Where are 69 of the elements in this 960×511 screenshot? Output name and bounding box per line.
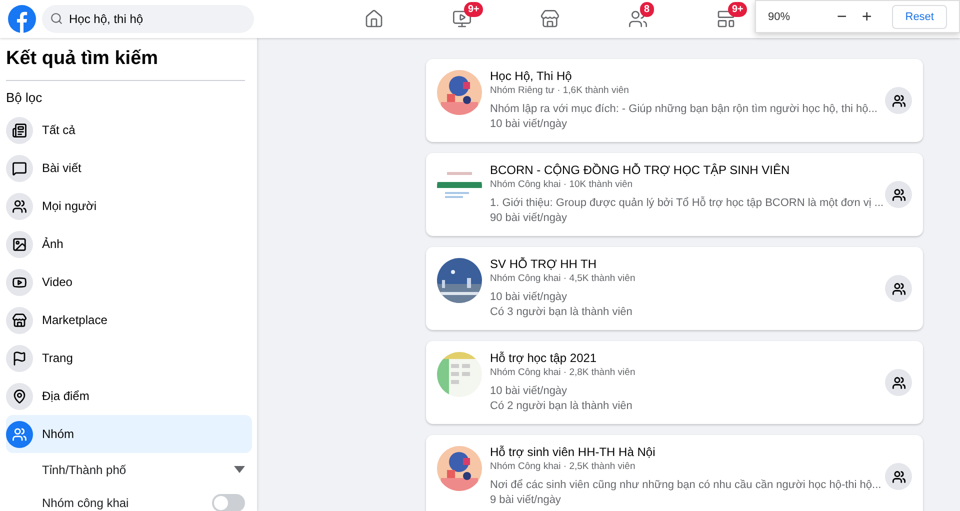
- groups-icon: [12, 426, 27, 442]
- people-icon: [12, 198, 27, 214]
- notification-badge: 9+: [728, 2, 748, 17]
- location-icon: [12, 388, 27, 404]
- sidebar-title: Kết quả tìm kiếm: [6, 48, 245, 81]
- filter-item[interactable]: Video: [6, 263, 252, 301]
- filter-label: Tỉnh/Thành phố: [42, 462, 126, 476]
- group-detail: Nơi để các sinh viên cũng như những bạn có nhu cầu cần người học hộ-thi hộ...: [490, 478, 882, 493]
- zoom-in-button[interactable]: +: [857, 6, 876, 26]
- group-detail: 9 bài viết/ngày: [490, 493, 562, 508]
- group-detail: 1. Giới thiệu: Group được quản lý bởi Tổ Hỗ trợ học tập BCORN là một đơn vị ...: [490, 196, 885, 211]
- group-detail: Nhóm lập ra với mục đích: - Giúp những bạn bận rộn tìm người học hộ, thi hộ...: [490, 102, 878, 117]
- groups-icon: [892, 94, 906, 108]
- photo-icon: [12, 236, 27, 252]
- store-icon: [12, 312, 27, 328]
- filter-item[interactable]: Trang: [6, 339, 252, 377]
- group-detail: 10 bài viết/ngày: [490, 384, 568, 399]
- zoom-out-button[interactable]: −: [832, 6, 852, 26]
- store-icon: [540, 9, 560, 29]
- groups-icon: [892, 282, 906, 296]
- nav-tab[interactable]: 8: [614, 4, 662, 34]
- filter-item[interactable]: Mọi người: [6, 187, 252, 225]
- groups-icon: [892, 376, 906, 390]
- join-button[interactable]: [885, 463, 912, 490]
- notification-badge: 9+: [464, 2, 484, 17]
- join-button[interactable]: [885, 181, 912, 208]
- group-detail: 10 bài viết/ngày: [490, 117, 568, 132]
- caret-icon[interactable]: [234, 466, 245, 473]
- group-name[interactable]: Học Hộ, Thi Hộ: [490, 68, 885, 84]
- zoom-level: 90%: [768, 10, 792, 22]
- facebook-logo[interactable]: [8, 5, 36, 33]
- group-meta: Nhóm Công khai · 2,8K thành viên: [490, 366, 636, 379]
- join-button[interactable]: [885, 87, 912, 114]
- toggle-switch[interactable]: [212, 494, 245, 511]
- nav-tab[interactable]: 9+: [438, 4, 486, 34]
- filter-item[interactable]: Địa điểm: [6, 377, 252, 415]
- notification-badge: 8: [640, 2, 654, 17]
- group-meta: Nhóm Công khai · 10K thành viên: [490, 178, 634, 191]
- filter-label: Bộ lọc: [6, 89, 44, 107]
- group-name[interactable]: Hỗ trợ học tập 2021: [490, 350, 885, 366]
- nav-tab[interactable]: 9+: [702, 4, 750, 34]
- comment-icon: [12, 160, 27, 176]
- filter-item[interactable]: Nhóm: [6, 415, 252, 453]
- newspaper-icon: [12, 122, 27, 138]
- groups-icon: [892, 470, 906, 484]
- search-field[interactable]: Học hộ, thi hộ: [42, 5, 254, 33]
- group-name[interactable]: BCORN - CỘNG ĐỒNG HỖ TRỢ HỌC TẬP SINH VIÊN: [490, 162, 885, 178]
- filter-label: Nhóm công khai: [42, 496, 129, 510]
- filter-item[interactable]: Tất cả: [6, 111, 252, 149]
- search-icon: [50, 12, 63, 25]
- group-meta: Nhóm Công khai · 2,5K thành viên: [490, 460, 636, 473]
- group-name[interactable]: Hỗ trợ sinh viên HH-TH Hà Nội: [490, 444, 885, 460]
- group-detail: 10 bài viết/ngày: [490, 290, 568, 305]
- groups-icon: [892, 188, 906, 202]
- filter-item[interactable]: Bài viết: [6, 149, 252, 187]
- join-button[interactable]: [885, 275, 912, 302]
- filter-item[interactable]: Ảnh: [6, 225, 252, 263]
- flag-icon: [12, 350, 27, 366]
- group-meta: Nhóm Riêng tư · 1,6K thành viên: [490, 84, 630, 97]
- home-icon: [364, 9, 384, 29]
- group-detail: 90 bài viết/ngày: [490, 211, 568, 226]
- group-name[interactable]: SV HỖ TRỢ HH TH: [490, 256, 885, 272]
- group-meta: Nhóm Công khai · 4,5K thành viên: [490, 272, 636, 285]
- group-detail: Có 2 người bạn là thành viên: [490, 399, 634, 414]
- play-icon: [12, 274, 27, 290]
- filter-item[interactable]: Marketplace: [6, 301, 252, 339]
- join-button[interactable]: [885, 369, 912, 396]
- group-detail: Có 3 người bạn là thành viên: [490, 305, 634, 320]
- reset-button[interactable]: Reset: [892, 4, 947, 28]
